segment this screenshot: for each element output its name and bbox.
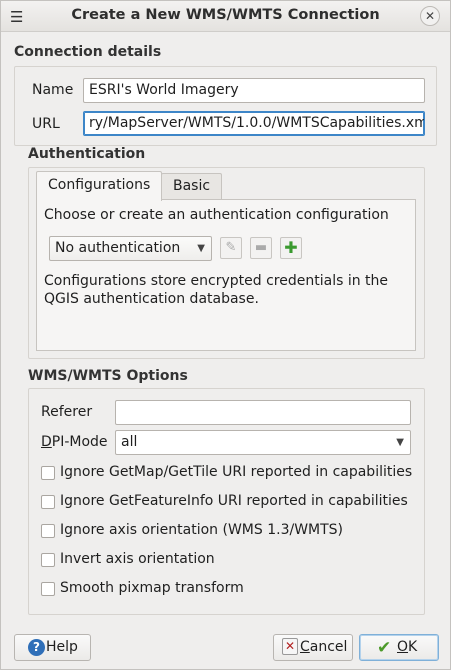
url-input[interactable]: ry/MapServer/WMTS/1.0.0/WMTSCapabilities… <box>83 111 425 136</box>
tab-configurations[interactable]: Configurations <box>36 171 163 201</box>
ok-mnemonic: O <box>397 639 409 655</box>
ok-label-rest: K <box>408 639 418 655</box>
dpi-mode-label: DPI-Mode <box>41 434 108 450</box>
smooth-pixmap-checkbox[interactable] <box>41 582 55 596</box>
close-icon: ✕ <box>424 9 436 23</box>
config-info-line1: Configurations store encrypted credentia… <box>44 273 389 289</box>
invert-axis-orientation-checkbox[interactable] <box>41 553 55 567</box>
authentication-heading: Authentication <box>28 146 146 162</box>
cancel-label-rest: ancel <box>309 639 348 655</box>
dpi-mode-value: all <box>121 434 138 450</box>
dpi-mode-mnemonic: D <box>41 434 52 450</box>
referer-label: Referer <box>41 404 93 420</box>
add-config-button[interactable]: ✚ <box>280 237 302 259</box>
cancel-button[interactable]: ✕ Cancel <box>273 634 353 661</box>
connection-details-heading: Connection details <box>14 44 162 60</box>
edit-config-button[interactable]: ✎ <box>220 237 242 259</box>
ignore-getfeatureinfo-label: Ignore GetFeatureInfo URI reported in ca… <box>60 493 408 509</box>
referer-input[interactable] <box>115 400 411 425</box>
choose-config-text: Choose or create an authentication confi… <box>44 207 389 223</box>
remove-config-button[interactable]: ▬ <box>250 237 272 259</box>
auth-config-select[interactable]: No authentication ▼ <box>49 236 212 261</box>
ignore-getmap-label: Ignore GetMap/GetTile URI reported in ca… <box>60 464 413 480</box>
ignore-axis-orientation-checkbox[interactable] <box>41 524 55 538</box>
dpi-mode-select[interactable]: all ▼ <box>115 430 411 455</box>
checkmark-icon: ✔ <box>377 638 392 658</box>
name-label: Name <box>32 82 74 98</box>
ignore-getmap-checkbox[interactable] <box>41 466 55 480</box>
smooth-pixmap-label: Smooth pixmap transform <box>60 580 244 596</box>
invert-axis-orientation-label: Invert axis orientation <box>60 551 215 567</box>
tab-basic[interactable]: Basic <box>161 173 223 200</box>
dialog-window: ☰ Create a New WMS/WMTS Connection ✕ Con… <box>0 0 451 670</box>
help-icon: ? <box>28 639 45 656</box>
ignore-getfeatureinfo-checkbox[interactable] <box>41 495 55 509</box>
help-button-label: Help <box>46 639 78 655</box>
dpi-mode-label-rest: PI-Mode <box>51 434 108 450</box>
cancel-button-label: Cancel <box>300 635 347 660</box>
ok-button[interactable]: ✔ OK <box>359 634 439 661</box>
wms-options-heading: WMS/WMTS Options <box>28 368 188 384</box>
window-title: Create a New WMS/WMTS Connection <box>71 7 380 23</box>
ignore-axis-orientation-label: Ignore axis orientation (WMS 1.3/WMTS) <box>60 522 344 538</box>
help-button[interactable]: ? Help <box>14 634 91 661</box>
cancel-icon: ✕ <box>282 638 298 655</box>
ok-button-label: OK <box>397 635 417 660</box>
url-label: URL <box>32 116 60 132</box>
chevron-down-icon: ▼ <box>197 243 205 254</box>
cancel-mnemonic: C <box>300 639 310 655</box>
name-input[interactable]: ESRI's World Imagery <box>83 78 425 103</box>
config-info-line2: QGIS authentication database. <box>44 291 259 307</box>
minus-icon: ▬ <box>254 240 268 255</box>
plus-icon: ✚ <box>284 238 298 257</box>
close-button[interactable]: ✕ <box>420 6 440 26</box>
auth-config-value: No authentication <box>55 240 181 256</box>
chevron-down-icon: ▼ <box>396 437 404 448</box>
title-bar: ☰ Create a New WMS/WMTS Connection ✕ <box>1 1 450 32</box>
pencil-icon: ✎ <box>225 240 237 255</box>
